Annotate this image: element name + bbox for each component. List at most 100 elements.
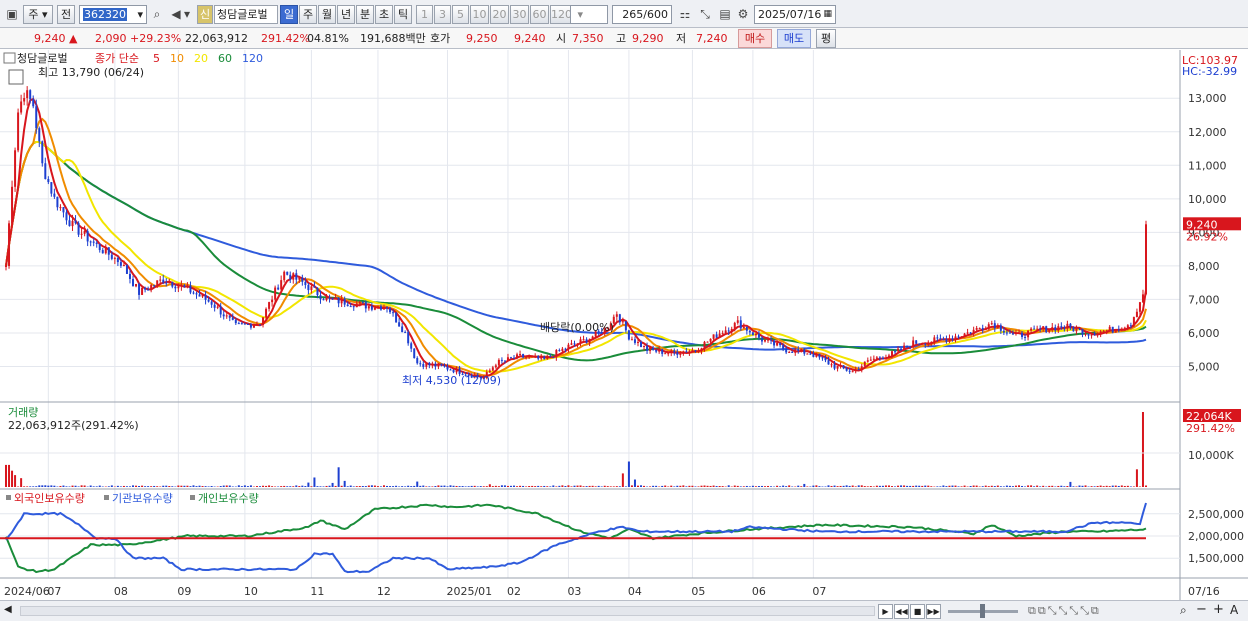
candle-body bbox=[210, 301, 213, 305]
chevron-down-icon[interactable]: ▾ bbox=[181, 5, 193, 23]
volume-bar bbox=[207, 486, 210, 487]
sell-button[interactable]: 매도 bbox=[777, 29, 811, 48]
volume-bar bbox=[803, 483, 806, 487]
volume-bar bbox=[945, 486, 948, 487]
interval-tab-4[interactable]: 20 bbox=[490, 5, 509, 24]
zoom-slider-handle[interactable] bbox=[980, 604, 985, 618]
zoom-out-icon[interactable]: − bbox=[1196, 602, 1207, 617]
volume-bar bbox=[289, 486, 292, 487]
candle-body bbox=[664, 353, 667, 355]
volume-bar bbox=[984, 485, 987, 487]
stock-name-field[interactable]: 청담글로벌 bbox=[214, 5, 278, 24]
forward-button[interactable]: ▶▶ bbox=[926, 604, 941, 619]
holdings-lines: 2,500,000 2,000,000 1,500,000 bbox=[0, 502, 1244, 574]
candle-body bbox=[207, 299, 210, 302]
volume-bar bbox=[132, 485, 135, 487]
calendar-icon[interactable]: ▦ bbox=[823, 6, 832, 23]
volume-bar bbox=[606, 486, 609, 487]
interval-custom-input[interactable]: ▾ bbox=[570, 5, 608, 24]
ma-legend-period-10: 10 bbox=[170, 52, 184, 65]
candle-body bbox=[1036, 328, 1039, 330]
rewind-button[interactable]: ◀◀ bbox=[894, 604, 909, 619]
volume-bar bbox=[485, 486, 488, 487]
volume-bar bbox=[1120, 485, 1123, 487]
auto-scale-icon[interactable]: A bbox=[1230, 603, 1238, 617]
candle-body bbox=[779, 342, 782, 346]
candle-body bbox=[682, 351, 685, 354]
period-tab-5[interactable]: 초 bbox=[375, 5, 393, 24]
candle-body bbox=[984, 329, 987, 331]
buy-button[interactable]: 매수 bbox=[738, 29, 772, 48]
candle-body bbox=[760, 337, 763, 342]
interval-tab-6[interactable]: 60 bbox=[530, 5, 549, 24]
quote-price-value: 9,240 bbox=[34, 32, 66, 45]
gear-icon[interactable]: ⚙ bbox=[734, 5, 752, 23]
interval-tab-5[interactable]: 30 bbox=[510, 5, 529, 24]
candle-body bbox=[588, 338, 591, 343]
volume-bar bbox=[1060, 485, 1063, 487]
period-tab-0[interactable]: 일 bbox=[280, 5, 298, 24]
type-select[interactable]: 주 ▾ bbox=[23, 5, 53, 24]
candle-body bbox=[86, 230, 89, 242]
volume-bar bbox=[325, 485, 328, 487]
table-icon[interactable] bbox=[8, 69, 24, 85]
candle-body bbox=[640, 341, 643, 348]
candle-body bbox=[446, 366, 449, 370]
volume-bar bbox=[44, 485, 47, 487]
period-tab-4[interactable]: 분 bbox=[356, 5, 374, 24]
candle-body bbox=[1081, 328, 1084, 335]
candle-body bbox=[98, 244, 101, 251]
candle-body bbox=[791, 351, 794, 353]
volume-bar bbox=[98, 485, 101, 487]
stock-code-input[interactable]: 362320 ▾ bbox=[79, 5, 147, 24]
holdings-tick-label: 1,500,000 bbox=[1188, 552, 1244, 565]
period-tab-2[interactable]: 월 bbox=[318, 5, 336, 24]
period-tab-1[interactable]: 주 bbox=[299, 5, 317, 24]
ma-legend: 5 10 20 60 120 bbox=[153, 52, 263, 65]
scroll-left-icon[interactable]: ◀ bbox=[4, 604, 12, 615]
candle-body bbox=[8, 223, 11, 266]
period-tab-3[interactable]: 년 bbox=[337, 5, 355, 24]
candle-body bbox=[334, 297, 337, 299]
interval-tab-1[interactable]: 3 bbox=[434, 5, 451, 24]
volume-bar bbox=[1084, 485, 1087, 487]
zoom-in-icon[interactable]: + bbox=[1213, 602, 1224, 617]
volume-bar bbox=[1117, 485, 1120, 487]
interval-tab-2[interactable]: 5 bbox=[452, 5, 469, 24]
play-button[interactable]: ▶ bbox=[878, 604, 893, 619]
candle-body bbox=[770, 339, 773, 341]
stock-chart[interactable]: 2,500,000 2,000,000 1,500,000 13,000 12,000… bbox=[0, 50, 1248, 600]
interval-tab-7[interactable]: 120 bbox=[550, 5, 572, 24]
candle-body bbox=[274, 287, 277, 300]
period-tab-6[interactable]: 틱 bbox=[394, 5, 412, 24]
date-input[interactable]: 2025/07/16 ▦ bbox=[754, 5, 836, 24]
candle-count-input[interactable]: 265/600 bbox=[612, 5, 672, 24]
eval-button[interactable]: 평 bbox=[816, 29, 836, 48]
pane-toggle-icon[interactable] bbox=[3, 52, 16, 64]
volume-bar bbox=[304, 486, 307, 487]
volume-bar bbox=[733, 485, 736, 487]
interval-tab-0[interactable]: 1 bbox=[416, 5, 433, 24]
draw-tools-icon-row[interactable]: ⧉⧉⤡⤡⤡⤡⧉ bbox=[1028, 604, 1101, 618]
candle-body bbox=[147, 289, 150, 291]
candle-body bbox=[35, 106, 38, 129]
volume-bar bbox=[906, 485, 909, 487]
date-tick-label: 04 bbox=[628, 585, 642, 598]
volume-bar bbox=[268, 485, 271, 487]
candle-icon[interactable]: ⚏ bbox=[676, 5, 694, 23]
search-icon[interactable]: ⌕ bbox=[148, 5, 166, 23]
candle-body bbox=[636, 341, 639, 343]
candle-body bbox=[966, 332, 969, 334]
prev-button[interactable]: 전 bbox=[57, 5, 75, 24]
scroll-track[interactable] bbox=[20, 606, 875, 616]
save-icon[interactable]: ▤ bbox=[716, 5, 734, 23]
candle-body bbox=[582, 339, 585, 341]
volume-bar bbox=[168, 486, 171, 487]
volume-bar bbox=[135, 485, 138, 487]
window-icon[interactable]: ▣ bbox=[3, 5, 21, 23]
draw-tools-icon[interactable]: ⤡ bbox=[696, 5, 714, 23]
zoom-icon[interactable]: ⌕ bbox=[1180, 603, 1187, 618]
stop-button[interactable]: ■ bbox=[910, 604, 925, 619]
candle-body bbox=[192, 292, 195, 294]
interval-tab-3[interactable]: 10 bbox=[470, 5, 489, 24]
